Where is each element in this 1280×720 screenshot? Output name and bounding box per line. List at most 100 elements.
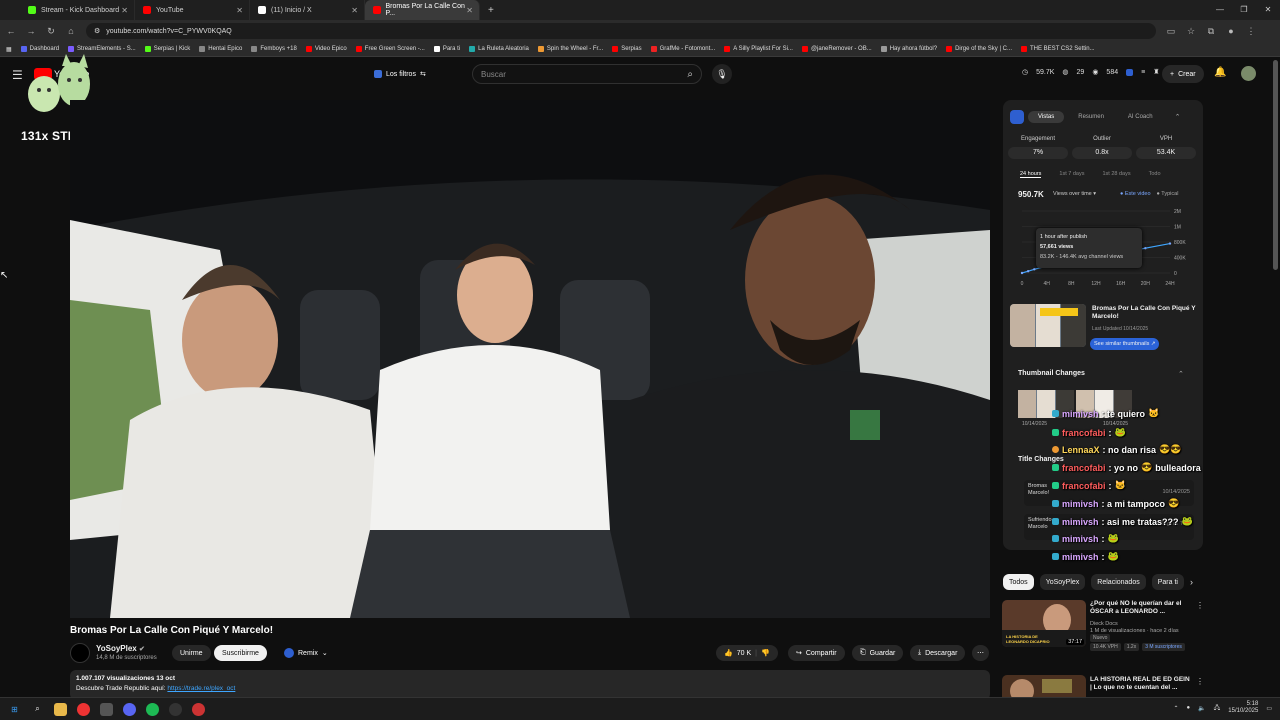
tray-app-icon[interactable]: ●	[1186, 705, 1190, 711]
network-icon[interactable]: 🖧	[1214, 703, 1221, 713]
close-icon[interactable]: ✕	[121, 6, 128, 15]
bookmark[interactable]: Free Green Screen -...	[355, 46, 425, 52]
tab-video[interactable]: Bromas Por La Calle Con P... ✕	[365, 0, 480, 20]
notifications-bell-icon[interactable]: 🔔	[1214, 67, 1226, 78]
cast-icon[interactable]: ▭	[1166, 26, 1176, 37]
search-icon[interactable]: ⌕	[31, 703, 44, 716]
description-link[interactable]: https://trade.re/plex_oct	[167, 685, 235, 692]
discord-icon[interactable]	[123, 702, 136, 716]
chrome-icon[interactable]	[77, 702, 90, 716]
create-button[interactable]: + Crear	[1162, 65, 1204, 83]
rec-thumbnail[interactable]: LA HISTORIA DE LEONARDO DICAPRIO 37:17	[1002, 600, 1086, 647]
join-button[interactable]: Unirme	[172, 645, 211, 661]
bookmark[interactable]: Serpias | Kick	[144, 46, 190, 52]
bookmark[interactable]: THE BEST CS2 Settin...	[1021, 46, 1095, 52]
tab-ai-coach[interactable]: AI Coach	[1118, 111, 1163, 123]
tab-resumen[interactable]: Resumen	[1068, 111, 1114, 123]
collapse-icon[interactable]: ⌃	[1175, 113, 1181, 121]
data-point[interactable]	[1020, 271, 1024, 275]
home-icon[interactable]: ⌂	[66, 26, 76, 36]
reload-icon[interactable]: ↻	[46, 26, 56, 37]
forward-icon[interactable]: →	[26, 26, 36, 36]
list-icon[interactable]: ≡	[1141, 69, 1145, 76]
extension-icon[interactable]	[1126, 68, 1134, 76]
search-icon[interactable]: ⌕	[687, 69, 693, 80]
extensions-icon[interactable]: ⧉	[1206, 26, 1216, 37]
close-icon[interactable]: ✕	[466, 6, 473, 15]
bookmark[interactable]: Serpias	[612, 46, 642, 52]
rec-title[interactable]: ¿Por qué NO le querían dar el ÓSCAR a LE…	[1090, 600, 1190, 616]
bookmark-star-icon[interactable]: ☆	[1186, 26, 1196, 37]
notification-icon[interactable]: ▭	[1266, 705, 1272, 712]
data-point[interactable]	[1168, 242, 1172, 245]
chip-todos[interactable]: Todos	[1003, 574, 1034, 590]
current-thumbnail[interactable]	[1010, 304, 1086, 347]
profile-icon[interactable]: ●	[1226, 26, 1236, 36]
menu-kebab-icon[interactable]: ⋮	[1246, 26, 1256, 37]
back-icon[interactable]: ←	[6, 26, 16, 36]
new-tab-button[interactable]: +	[488, 5, 494, 16]
subscribe-button[interactable]: Suscribirme	[214, 645, 267, 661]
period-7d[interactable]: 1st 7 days	[1059, 171, 1084, 178]
period-28d[interactable]: 1st 28 days	[1102, 171, 1130, 178]
more-actions-button[interactable]: ⋯	[972, 645, 989, 661]
volume-icon[interactable]: 🔈	[1198, 705, 1205, 712]
data-point[interactable]	[1033, 268, 1036, 271]
period-24h[interactable]: 24 hours	[1020, 171, 1042, 178]
chip-channel[interactable]: YoSoyPlex	[1039, 574, 1086, 590]
rec-more-icon[interactable]: ⋮	[1196, 601, 1204, 610]
tab-vistas[interactable]: Vistas	[1028, 111, 1065, 123]
save-button[interactable]: ⎗ Guardar	[852, 645, 904, 661]
clock[interactable]: 5:18 15/10/2025	[1228, 701, 1258, 715]
rec-more-icon[interactable]: ⋮	[1196, 677, 1204, 686]
tab-youtube[interactable]: YouTube ✕	[135, 0, 250, 20]
download-button[interactable]: ⤓ Descargar	[910, 645, 966, 661]
collapse-icon[interactable]: ⌃	[1178, 370, 1184, 378]
thumbs-down-icon[interactable]: 👎	[761, 649, 770, 657]
data-point[interactable]	[1026, 270, 1030, 273]
bookmark[interactable]: Spin the Wheel - Fr...	[537, 46, 603, 52]
site-info-icon[interactable]: ⚙	[94, 27, 100, 35]
views-over-time-select[interactable]: Views over time ▾	[1053, 191, 1096, 197]
bookmark[interactable]: Para ti	[433, 46, 460, 52]
rec-thumbnail[interactable]	[1002, 675, 1086, 697]
tab-x[interactable]: (11) Inicio / X ✕	[250, 0, 365, 20]
maximize-button[interactable]: ❐	[1232, 0, 1256, 20]
description-box[interactable]: 1.007.107 visualizaciones 13 oct Descubr…	[70, 670, 990, 700]
bookmark-folder[interactable]: Femboys +18	[251, 46, 297, 52]
apps-icon[interactable]: ▦	[6, 46, 12, 53]
minimize-button[interactable]: —	[1208, 0, 1232, 20]
channel-name[interactable]: YoSoyPlex ✔	[96, 644, 145, 653]
obs-icon[interactable]	[169, 702, 182, 716]
app-icon[interactable]	[192, 702, 205, 716]
bookmark[interactable]: @janeRemover - OB...	[801, 46, 872, 52]
remix-button[interactable]: Remix ⌄	[276, 645, 336, 661]
like-button[interactable]: 👍 70 K | 👎	[716, 645, 778, 661]
microphone-icon[interactable]: 🎙	[712, 64, 732, 84]
bookmark[interactable]: La Ruleta Aleatoria	[469, 46, 529, 52]
chevron-right-icon[interactable]: ›	[1190, 577, 1193, 587]
app-icon[interactable]	[100, 702, 113, 716]
tab-kick[interactable]: Stream - Kick Dashboard ✕	[20, 0, 135, 20]
close-icon[interactable]: ✕	[351, 6, 358, 15]
close-window-button[interactable]: ✕	[1256, 0, 1280, 20]
share-button[interactable]: ↪ Compartir	[788, 645, 845, 661]
period-all[interactable]: Todo	[1149, 171, 1161, 178]
file-explorer-icon[interactable]	[54, 702, 67, 716]
bookmark[interactable]: A Silly Playlist For Si...	[724, 46, 793, 52]
close-icon[interactable]: ✕	[236, 6, 243, 15]
trophy-icon[interactable]: ♜	[1153, 68, 1159, 76]
spotify-icon[interactable]	[146, 702, 159, 716]
data-point[interactable]	[1144, 247, 1147, 250]
url-field[interactable]: ⚙ youtube.com/watch?v=C_PYWV0KQAQ	[86, 23, 1156, 39]
search-input[interactable]: Buscar ⌕	[472, 64, 702, 84]
rec-title[interactable]: LA HISTORIA REAL DE ED GEIN | Lo que no …	[1090, 676, 1190, 692]
filters-button[interactable]: Los filtros ⇆	[368, 66, 432, 82]
avatar[interactable]	[1241, 66, 1256, 81]
video-player[interactable]	[70, 100, 990, 618]
chip-para-ti[interactable]: Para ti	[1151, 574, 1184, 590]
bookmark[interactable]: GrafMe - Fotomont...	[650, 46, 715, 52]
bookmark[interactable]: Video Epico	[305, 46, 347, 52]
bookmark[interactable]: Hay ahora fútbol?	[880, 46, 937, 52]
legend-typical[interactable]: ● Typical	[1157, 191, 1179, 197]
